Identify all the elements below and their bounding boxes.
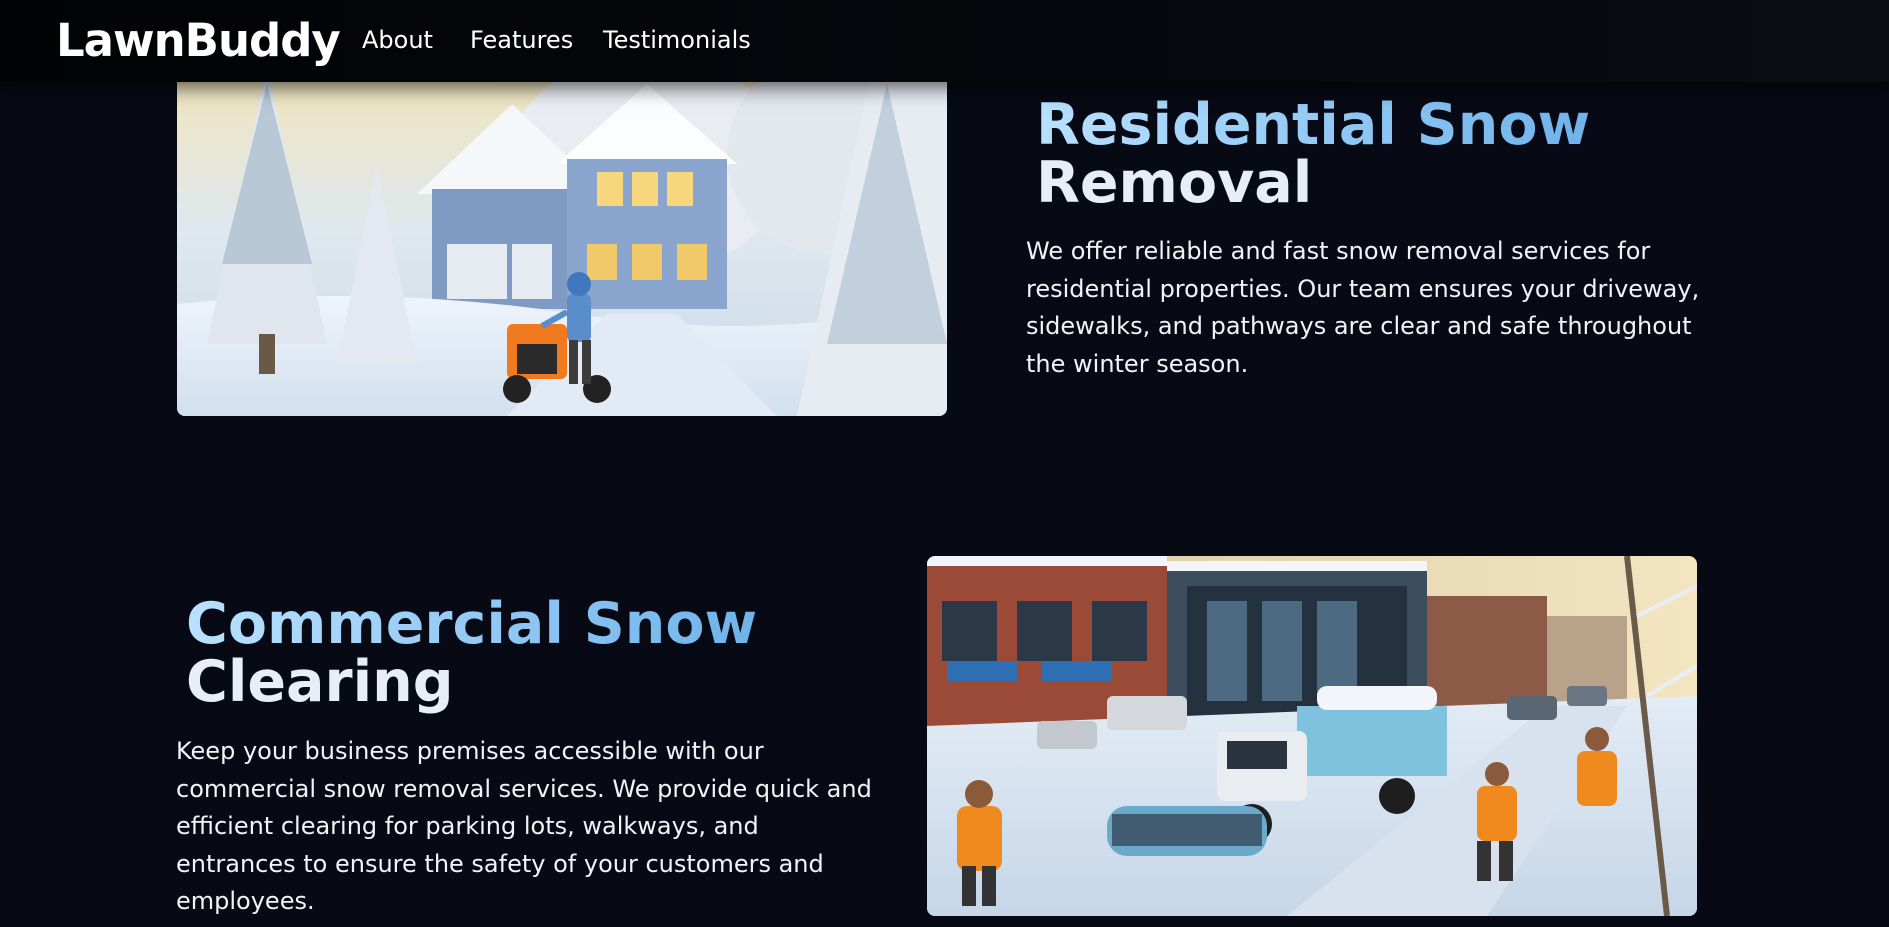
nav-link-about[interactable]: About xyxy=(362,26,433,54)
residential-section-description: We offer reliable and fast snow removal … xyxy=(1026,237,1700,378)
top-navbar: LawnBuddy About Features Testimonials xyxy=(0,0,1889,82)
commercial-snowplow-image xyxy=(927,556,1697,916)
residential-title-line1: Residential Snow xyxy=(1036,92,1591,158)
brand-logo[interactable]: LawnBuddy xyxy=(56,14,341,67)
residential-section-title: Residential Snow Removal xyxy=(1036,96,1590,212)
commercial-section-title: Commercial Snow Clearing xyxy=(186,595,757,711)
nav-link-features[interactable]: Features xyxy=(470,26,573,54)
commercial-title-line1: Commercial Snow xyxy=(186,591,758,657)
residential-snowblower-image xyxy=(177,44,947,416)
nav-link-testimonials[interactable]: Testimonials xyxy=(603,26,751,54)
commercial-section-description: Keep your business premises accessible w… xyxy=(176,737,872,915)
residential-title-line2: Removal xyxy=(1036,150,1313,216)
commercial-title-line2: Clearing xyxy=(186,649,454,715)
